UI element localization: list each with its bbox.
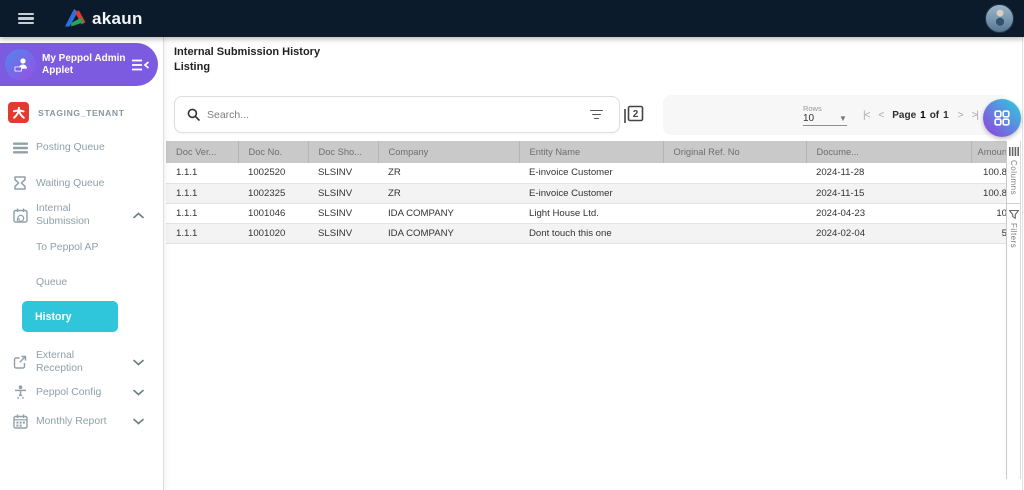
last-page-button[interactable]: >| (972, 110, 980, 121)
sidebar-item-posting-queue[interactable]: Posting Queue (11, 141, 163, 154)
next-page-button[interactable]: > (958, 110, 964, 121)
grid-icon (994, 110, 1010, 126)
svg-text:2: 2 (633, 109, 639, 120)
filters-tab-label: Filters (1009, 223, 1018, 249)
sidebar-item-label: Monthly Report (36, 416, 107, 427)
akaun-triangle-icon (65, 9, 86, 27)
pager: |< < Page 1 of 1 > >| (863, 109, 980, 121)
akaun-logo: akaun (64, 9, 143, 29)
chevron-down-icon (133, 359, 144, 366)
filter-icon[interactable] (586, 106, 607, 124)
sidebar-item-label: Waiting Queue (36, 177, 105, 189)
page-indicator: Page 1 of 1 (892, 109, 949, 121)
table-header-row: Doc Ver... Doc No. Doc Sho... Company En… (166, 141, 1008, 163)
col-document-date[interactable]: Docume... (805, 141, 971, 163)
chevron-up-icon (133, 211, 144, 218)
col-doc-ver[interactable]: Doc Ver... (166, 141, 238, 163)
search-icon (187, 108, 200, 121)
search-input[interactable] (207, 108, 586, 121)
page-subtitle: Listing (174, 61, 211, 73)
external-link-icon (11, 355, 29, 369)
results-table: Doc Ver... Doc No. Doc Sho... Company En… (166, 141, 1008, 479)
rows-select[interactable]: 10 ▼ (802, 113, 847, 126)
sidebar-subitem-history-active[interactable]: History (22, 301, 118, 332)
main-content: Internal Submission History Listing 2 Ro… (165, 37, 1024, 490)
pages-view-button[interactable]: 2 (623, 105, 645, 125)
sidebar-item-monthly-report[interactable]: Monthly Report (11, 414, 164, 429)
app-window: akaun My Peppol Admin Applet STAGING_TEN… (0, 0, 1024, 490)
user-avatar[interactable] (985, 4, 1014, 33)
search-bar (174, 96, 620, 133)
caret-down-icon: ▼ (839, 114, 847, 123)
sidebar-item-label: Peppol Config (36, 387, 102, 398)
chevron-down-icon (133, 389, 144, 396)
table-row[interactable]: 1.1.1 1002520 SLSINV ZR E-invoice Customer… (166, 163, 1008, 184)
first-page-button[interactable]: |< (863, 110, 871, 121)
sidebar-subitem-to-peppol-ap[interactable]: To Peppol AP (36, 242, 163, 253)
sidebar-item-internal-submission[interactable]: Internal Submission (11, 202, 164, 228)
sidebar-item-label: External Reception (36, 350, 83, 374)
scrollbar-track[interactable] (1022, 37, 1023, 490)
total-pages: 1 (943, 109, 949, 121)
collapse-sidebar-icon[interactable] (130, 57, 150, 73)
grid-view-button[interactable] (983, 99, 1021, 137)
sidebar-subitem-queue[interactable]: Queue (36, 277, 163, 288)
calendar-icon (11, 414, 29, 429)
sidebar-item-waiting-queue[interactable]: Waiting Queue (11, 176, 163, 190)
current-page: 1 (920, 109, 926, 121)
applet-title: My Peppol Admin Applet (42, 52, 126, 76)
columns-tab[interactable]: Columns (1007, 141, 1020, 205)
columns-tab-label: Columns (1009, 160, 1018, 196)
accessibility-person-icon (11, 385, 29, 400)
table-row[interactable]: 1.1.1 1002325 SLSINV ZR E-invoice Customer… (166, 183, 1008, 204)
table-row[interactable]: 1.1.1 1001046 SLSINV IDA COMPANY Light Hou… (166, 203, 1008, 224)
tenant-name: STAGING_TENANT (38, 107, 125, 118)
page-title: Internal Submission History (174, 46, 321, 58)
filters-icon (1008, 210, 1019, 219)
col-original-ref[interactable]: Original Ref. No (662, 141, 806, 163)
tenant-selector[interactable]: STAGING_TENANT (8, 102, 163, 123)
applet-icon (5, 49, 36, 80)
col-entity-name[interactable]: Entity Name (518, 141, 663, 163)
sidebar-item-external-reception[interactable]: External Reception (11, 349, 164, 375)
col-doc-sho[interactable]: Doc Sho... (307, 141, 378, 163)
table-side-tabs: Columns Filters (1006, 141, 1021, 479)
calendar-sync-icon (11, 208, 29, 223)
filters-tab[interactable]: Filters (1007, 204, 1020, 256)
col-company[interactable]: Company (377, 141, 519, 163)
sidebar-item-peppol-config[interactable]: Peppol Config (11, 385, 164, 400)
list-icon (11, 142, 29, 154)
sidebar-item-label: Internal Submission (36, 203, 90, 227)
sidebar: My Peppol Admin Applet STAGING_TENANT Po… (0, 37, 164, 490)
hamburger-menu-icon[interactable] (18, 12, 34, 25)
col-amount[interactable]: Amoun (970, 141, 1008, 163)
applet-header[interactable]: My Peppol Admin Applet (0, 43, 158, 86)
prev-page-button[interactable]: < (878, 110, 884, 121)
pagination-panel: Rows 10 ▼ |< < Page 1 of 1 > >| (663, 95, 1008, 135)
rows-per-page: Rows 10 ▼ (802, 104, 847, 126)
chevron-down-icon (133, 418, 144, 425)
columns-icon (1008, 147, 1019, 156)
col-doc-no[interactable]: Doc No. (237, 141, 308, 163)
sidebar-item-label: Posting Queue (36, 142, 105, 153)
rows-value: 10 (802, 113, 815, 124)
top-navbar: akaun (0, 0, 1024, 37)
logo-text: akaun (92, 8, 143, 28)
rows-label: Rows (802, 104, 822, 113)
hourglass-icon (11, 176, 29, 190)
table-row[interactable]: 1.1.1 1001020 SLSINV IDA COMPANY Dont touc… (166, 223, 1008, 244)
tenant-icon (8, 102, 29, 123)
